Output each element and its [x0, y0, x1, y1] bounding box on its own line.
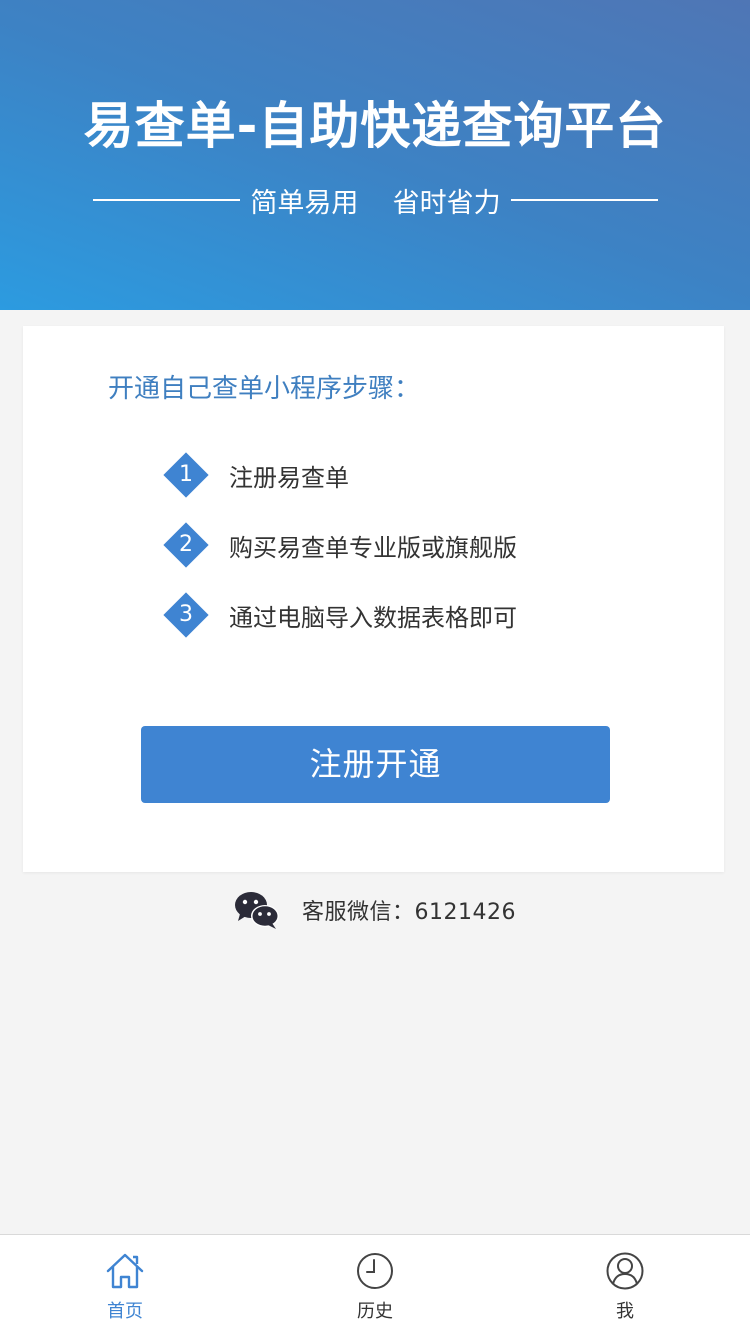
subtitle-left-line	[93, 199, 241, 201]
subtitle-row: 简单易用 省时省力	[93, 180, 658, 220]
wechat-icon	[235, 892, 279, 929]
tab-home-label: 首页	[107, 1301, 143, 1322]
tab-history-label: 历史	[357, 1301, 393, 1322]
step-text-1: 注册易查单	[229, 463, 349, 492]
bottom-tab-bar: 首页 历史 我	[0, 1234, 750, 1333]
step-badge-1: 1	[163, 452, 209, 498]
step-number-3: 3	[179, 602, 193, 627]
step-badge-3: 3	[163, 592, 209, 638]
page-title: 易查单-自助快递查询平台	[83, 97, 667, 155]
clock-icon	[357, 1253, 393, 1289]
service-wechat-text: 客服微信：6121426	[302, 900, 516, 925]
step-item-1: 1 注册易查单	[163, 450, 349, 500]
header-banner: 易查单-自助快递查询平台 简单易用 省时省力	[0, 0, 750, 310]
page: 易查单-自助快递查询平台 简单易用 省时省力 开通自己查单小程序步骤： 1 注册…	[0, 0, 750, 1333]
step-item-2: 2 购买易查单专业版或旗舰版	[163, 520, 517, 570]
step-number-1: 1	[179, 462, 193, 487]
step-item-3: 3 通过电脑导入数据表格即可	[163, 590, 517, 640]
subtitle-text: 简单易用 省时省力	[250, 187, 501, 219]
user-icon	[606, 1252, 644, 1290]
customer-service: 客服微信：6121426	[0, 890, 750, 930]
steps-card: 开通自己查单小程序步骤： 1 注册易查单 2 购买易查单专业版或旗舰版 3 通过…	[23, 326, 724, 872]
tab-me-label: 我	[616, 1301, 634, 1322]
subtitle-right-line	[510, 199, 658, 201]
tab-home[interactable]: 首页	[0, 1235, 250, 1333]
tab-history[interactable]: 历史	[250, 1235, 500, 1333]
steps-heading: 开通自己查单小程序步骤：	[108, 374, 421, 404]
step-text-2: 购买易查单专业版或旗舰版	[229, 533, 517, 562]
home-icon	[106, 1253, 144, 1289]
tab-me[interactable]: 我	[500, 1235, 750, 1333]
register-open-button[interactable]: 注册开通	[141, 726, 610, 803]
step-number-2: 2	[179, 532, 193, 557]
step-text-3: 通过电脑导入数据表格即可	[229, 603, 517, 632]
step-badge-2: 2	[163, 522, 209, 568]
